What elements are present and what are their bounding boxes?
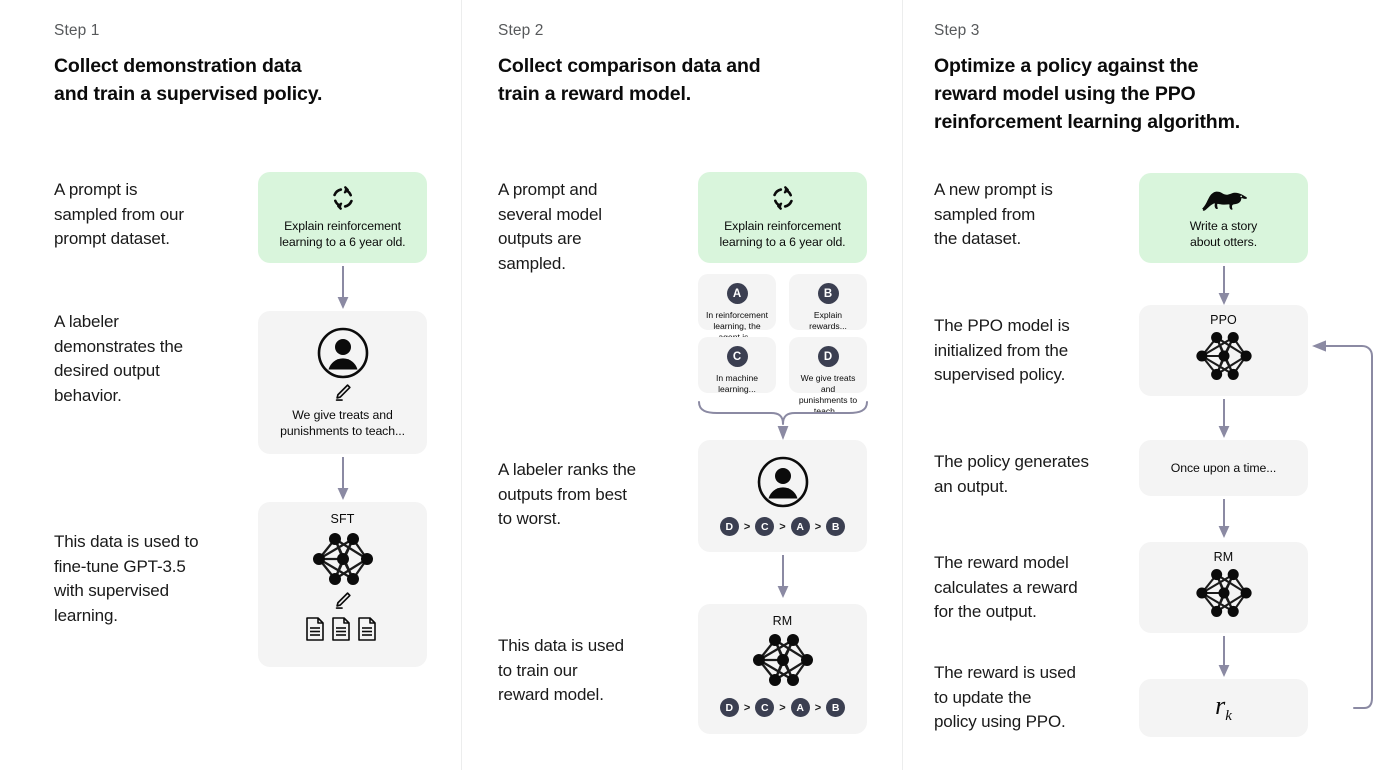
step-1-labeler-box[interactable]: We give treats and punishments to teach.… bbox=[258, 311, 427, 454]
step-1-description-2: A labeler demonstrates the desired outpu… bbox=[54, 312, 183, 405]
step-1-description-3: This data is used to fine-tune GPT-3.5 w… bbox=[54, 532, 199, 625]
step-2-description-2: A labeler ranks the outputs from best to… bbox=[498, 460, 636, 528]
rm-rank-separator-1: > bbox=[743, 701, 751, 714]
step-1-title: Collect demonstration data and train a s… bbox=[54, 52, 322, 108]
step-1-column: Step 1 Collect demonstration data and tr… bbox=[0, 0, 461, 774]
step-3-arrow-2 bbox=[1217, 399, 1231, 439]
step-3-ppo-box[interactable]: PPO bbox=[1139, 305, 1308, 396]
badge-c: C bbox=[726, 346, 748, 367]
step-3-title-line-2: reward model using the PPO bbox=[934, 83, 1196, 105]
step-2-output-card-a[interactable]: A In reinforcement learning, the agent i… bbox=[698, 274, 776, 342]
neural-network-icon bbox=[1189, 329, 1259, 383]
rank-badge-2: C bbox=[755, 517, 775, 536]
rank-badge-1: D bbox=[719, 517, 739, 536]
step-3-description-5: The reward is used to update the policy … bbox=[934, 663, 1076, 731]
rank-separator-3: > bbox=[814, 520, 822, 533]
badge-d: D bbox=[817, 346, 839, 367]
step-2-column: Step 2 Collect comparison data and train… bbox=[461, 0, 902, 774]
step-3-reward-box[interactable]: rk bbox=[1139, 679, 1308, 737]
reward-symbol: rk bbox=[1215, 691, 1232, 725]
person-circle-icon bbox=[757, 456, 809, 508]
step-2-prompt-caption: Explain reinforcement learning to a 6 ye… bbox=[719, 219, 846, 249]
step-2-rm-label: RM bbox=[772, 614, 793, 628]
step-1-arrow-2 bbox=[336, 457, 350, 501]
refresh-cycle-icon bbox=[770, 185, 796, 211]
step-2-output-card-d[interactable]: D We give treats and punishments to teac… bbox=[789, 337, 867, 416]
pencil-icon bbox=[332, 590, 353, 611]
step-1-prompt-box[interactable]: Explain reinforcement learning to a 6 ye… bbox=[258, 172, 427, 263]
reward-symbol-subscript: k bbox=[1225, 708, 1232, 725]
step-3-prompt-box[interactable]: Write a story about otters. bbox=[1139, 173, 1308, 263]
step-2-title-line-2: train a reward model. bbox=[498, 83, 691, 105]
rm-rank-badge-4: B bbox=[826, 698, 846, 717]
step-1-title-line-1: Collect demonstration data bbox=[54, 55, 302, 77]
step-1-sft-label: SFT bbox=[330, 512, 355, 526]
step-3-rm-label: RM bbox=[1213, 550, 1234, 564]
step-3-ppo-label: PPO bbox=[1210, 313, 1237, 327]
step-3-rm-box[interactable]: RM bbox=[1139, 542, 1308, 633]
step-3-prompt-caption: Write a story about otters. bbox=[1189, 218, 1258, 249]
step-1-labeler-caption: We give treats and punishments to teach.… bbox=[280, 407, 405, 438]
step-3-title-line-1: Optimize a policy against the bbox=[934, 55, 1199, 77]
step-2-output-card-b[interactable]: B Explain rewards... bbox=[789, 274, 867, 331]
step-3-description-3: The policy generates an output. bbox=[934, 452, 1089, 496]
rank-badge-4: B bbox=[826, 517, 846, 536]
step-3-arrow-3 bbox=[1217, 499, 1231, 539]
rm-rank-separator-2: > bbox=[779, 701, 786, 714]
step-3-description-2: The PPO model is initialized from the su… bbox=[934, 316, 1070, 384]
step-2-description-1: A prompt and several model outputs are s… bbox=[498, 180, 602, 273]
step-3-arrow-1 bbox=[1217, 266, 1231, 306]
neural-network-icon bbox=[1189, 566, 1259, 620]
step-2-title: Collect comparison data and train a rewa… bbox=[498, 52, 761, 108]
step-2-title-line-1: Collect comparison data and bbox=[498, 55, 761, 77]
step-1-title-line-2: and train a supervised policy. bbox=[54, 83, 323, 105]
step-2-prompt-box[interactable]: Explain reinforcement learning to a 6 ye… bbox=[698, 172, 867, 263]
step-1-arrow-1 bbox=[336, 266, 350, 310]
step-2-label: Step 2 bbox=[498, 22, 544, 39]
step-2-rm-box[interactable]: RM D > C > A > B bbox=[698, 604, 867, 734]
neural-network-icon bbox=[305, 530, 381, 588]
step-3-description-1: A new prompt is sampled from the dataset… bbox=[934, 180, 1053, 248]
step-3-label: Step 3 bbox=[934, 22, 980, 39]
rank-separator-1: > bbox=[743, 520, 751, 533]
refresh-cycle-icon bbox=[330, 185, 356, 211]
step-1-sft-box[interactable]: SFT bbox=[258, 502, 427, 667]
reward-symbol-main: r bbox=[1215, 690, 1226, 720]
rlhf-diagram: Step 1 Collect demonstration data and tr… bbox=[0, 0, 1400, 774]
step-3-output-box[interactable]: Once upon a time... bbox=[1139, 440, 1308, 496]
rm-rank-badge-2: C bbox=[755, 698, 775, 717]
step-2-arrow-1 bbox=[776, 555, 790, 599]
step-1-label: Step 1 bbox=[54, 22, 100, 39]
rank-separator-2: > bbox=[779, 520, 786, 533]
step-3-feedback-loop-arrow bbox=[1298, 336, 1378, 716]
rm-rank-badge-1: D bbox=[719, 698, 739, 717]
pencil-icon bbox=[332, 382, 353, 403]
step-3-column: Step 3 Optimize a policy against the rew… bbox=[902, 0, 1400, 774]
step-3-title: Optimize a policy against the reward mod… bbox=[934, 52, 1240, 136]
step-1-prompt-caption: Explain reinforcement learning to a 6 ye… bbox=[279, 219, 406, 249]
rank-badge-3: A bbox=[790, 517, 810, 536]
documents-icon bbox=[305, 616, 381, 642]
step-3-description-4: The reward model calculates a reward for… bbox=[934, 553, 1078, 621]
rm-rank-badge-3: A bbox=[790, 698, 810, 717]
step-2-output-text-b: Explain rewards... bbox=[809, 310, 847, 331]
rm-rank-separator-3: > bbox=[814, 701, 822, 714]
neural-network-icon bbox=[745, 631, 821, 689]
otter-icon bbox=[1198, 187, 1250, 213]
person-circle-icon bbox=[317, 327, 369, 379]
step-2-rm-ranking-row: D > C > A > B bbox=[719, 698, 846, 717]
step-2-brace-connector bbox=[693, 398, 873, 442]
step-3-title-line-3: reinforcement learning algorithm. bbox=[934, 111, 1241, 133]
step-2-ranking-row: D > C > A > B bbox=[719, 517, 846, 536]
step-3-output-caption: Once upon a time... bbox=[1170, 461, 1277, 475]
step-2-output-text-c: In machine learning... bbox=[715, 373, 759, 394]
step-2-description-3: This data is used to train our reward mo… bbox=[498, 636, 624, 704]
badge-a: A bbox=[726, 283, 748, 304]
step-2-output-card-c[interactable]: C In machine learning... bbox=[698, 337, 776, 394]
step-1-description-1: A prompt is sampled from our prompt data… bbox=[54, 180, 184, 248]
badge-b: B bbox=[817, 283, 839, 304]
step-2-labeler-box[interactable]: D > C > A > B bbox=[698, 440, 867, 552]
step-3-arrow-4 bbox=[1217, 636, 1231, 678]
